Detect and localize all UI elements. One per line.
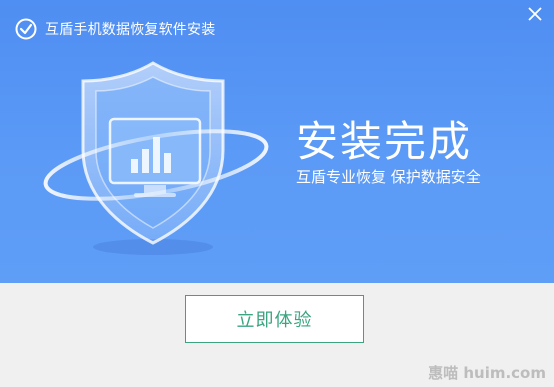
watermark: 惠喵 huim.com xyxy=(428,364,546,382)
headline: 安装完成 xyxy=(296,117,473,166)
banner: 互盾手机数据恢复软件安装 安装完成 互盾专业恢复 保护数据安全 xyxy=(0,0,554,283)
experience-now-button[interactable]: 立即体验 xyxy=(185,295,364,343)
app-logo-icon xyxy=(15,18,37,40)
tagline: 互盾专业恢复 保护数据安全 xyxy=(296,168,481,186)
shield-icon xyxy=(43,61,269,255)
installer-window: 互盾手机数据恢复软件安装 安装完成 互盾专业恢复 保护数据安全 立即体验 惠喵 … xyxy=(0,0,554,387)
title-bar: 互盾手机数据恢复软件安装 xyxy=(0,0,554,40)
window-title: 互盾手机数据恢复软件安装 xyxy=(45,22,216,38)
close-icon[interactable] xyxy=(526,5,544,23)
